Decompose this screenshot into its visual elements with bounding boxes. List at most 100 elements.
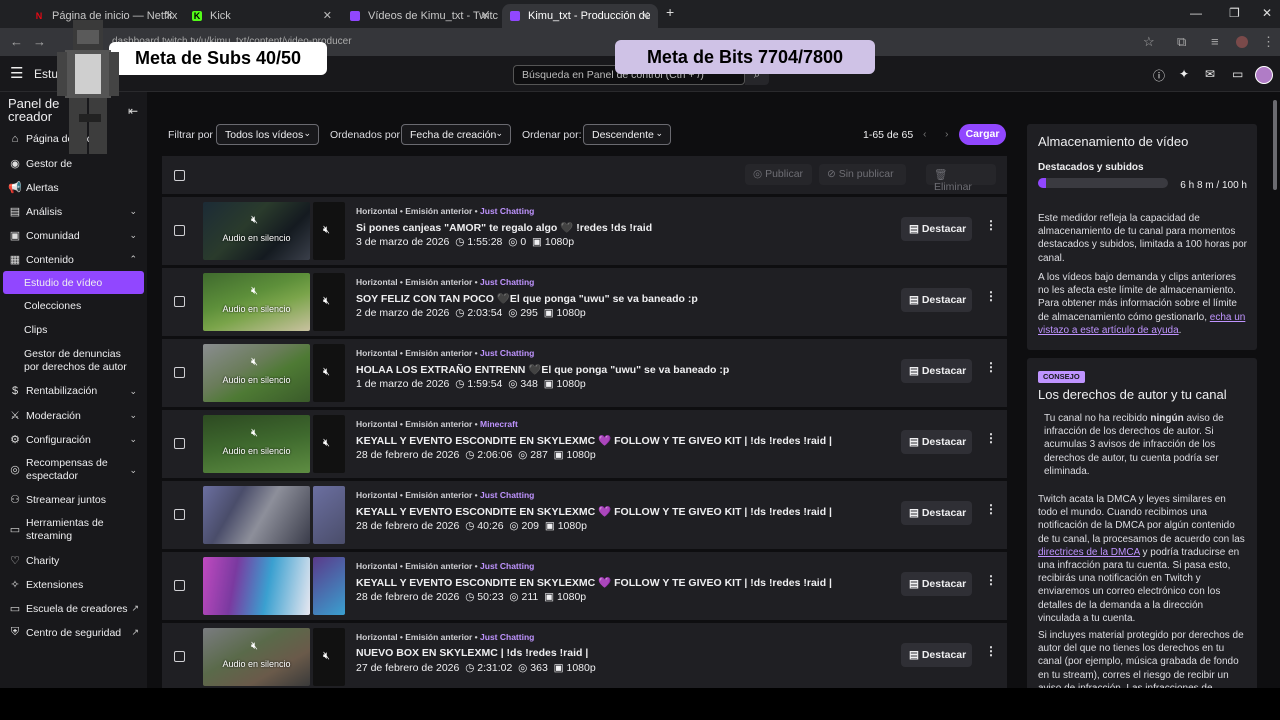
video-thumbnail[interactable]	[203, 557, 310, 615]
video-thumbnail[interactable]: 🔇︎ Audio en silencio	[203, 628, 310, 686]
video-title[interactable]: KEYALL Y EVENTO ESCONDITE EN SKYLEXMC 💜 …	[356, 505, 832, 518]
restore-icon[interactable]: ❐	[1229, 6, 1240, 20]
video-category-link[interactable]: Just Chatting	[480, 490, 534, 500]
bookmark-star-icon[interactable]: ☆	[1143, 34, 1155, 50]
sidebar-item-monetization[interactable]: $ Rentabilización ⌄	[0, 385, 147, 397]
video-thumbnail[interactable]	[203, 486, 310, 544]
more-options-icon[interactable]: ⋮	[985, 502, 997, 516]
video-thumbnail[interactable]: 🔇︎ Audio en silencio	[203, 202, 310, 260]
highlight-button[interactable]: ▤ Destacar	[901, 359, 972, 383]
browser-tab-twitch-videos[interactable]: Vídeos de Kimu_txt - Twitch ✕	[342, 4, 498, 28]
sidebar-item-video-studio[interactable]: Estudio de vídeo	[24, 277, 102, 290]
unpublish-button[interactable]: ⊘ Sin publicar	[819, 164, 906, 185]
sidebar-item-clips[interactable]: Clips	[24, 324, 47, 337]
more-options-icon[interactable]: ⋮	[985, 431, 997, 445]
avatar[interactable]	[1255, 66, 1273, 84]
browser-tab-twitch-producer[interactable]: Kimu_txt - Producción de vídeo ✕	[502, 4, 658, 28]
publish-button[interactable]: ◎ Publicar	[745, 164, 812, 185]
delete-button[interactable]: 🗑 Eliminar	[926, 164, 996, 193]
page-scrollbar[interactable]	[1270, 92, 1280, 688]
inbox-icon[interactable]: ✉	[1205, 67, 1215, 81]
highlight-button[interactable]: ▤ Destacar	[901, 217, 972, 241]
browser-tab-kick[interactable]: K Kick ✕	[184, 4, 340, 28]
row-checkbox[interactable]	[174, 296, 185, 307]
table-row[interactable]: 🔇︎ Audio en silencio 🔇︎ Horizontal • Emis…	[162, 339, 1007, 407]
highlight-button[interactable]: ▤ Destacar	[901, 430, 972, 454]
sidebar-item-settings[interactable]: ⚙ Configuración ⌄	[0, 433, 147, 447]
row-checkbox[interactable]	[174, 367, 185, 378]
profile-avatar[interactable]	[1236, 36, 1248, 48]
highlight-button[interactable]: ▤ Destacar	[901, 643, 972, 667]
video-category-link[interactable]: Just Chatting	[480, 277, 534, 287]
sparkle-icon[interactable]: ✦	[1179, 67, 1189, 81]
forward-icon[interactable]: →	[33, 34, 46, 49]
whispers-icon[interactable]: ▭	[1232, 67, 1243, 81]
video-title[interactable]: NUEVO BOX EN SKYLEXMC | !ds !redes !raid…	[356, 647, 588, 659]
media-icon[interactable]: ≡	[1211, 34, 1219, 49]
video-category-link[interactable]: Just Chatting	[480, 206, 534, 216]
highlight-button[interactable]: ▤ Destacar	[901, 501, 972, 525]
table-row[interactable]: Horizontal • Emisión anterior • Just Cha…	[162, 481, 1007, 549]
sidebar-item-extensions[interactable]: ✧ Extensiones	[0, 578, 147, 592]
help-icon[interactable]: ⓘ	[1153, 67, 1165, 84]
browser-menu-icon[interactable]: ⋮	[1262, 34, 1275, 50]
sidebar-item-stream-together[interactable]: ⚇ Streamear juntos	[0, 493, 147, 507]
close-icon[interactable]: ✕	[323, 9, 332, 22]
video-category-link[interactable]: Just Chatting	[480, 348, 534, 358]
row-checkbox[interactable]	[174, 651, 185, 662]
upload-button[interactable]: Cargar	[959, 124, 1006, 145]
video-title[interactable]: KEYALL Y EVENTO ESCONDITE EN SKYLEXMC 💜 …	[356, 576, 832, 589]
scrollbar-thumb[interactable]	[1273, 100, 1277, 190]
sort-dropdown[interactable]: Fecha de creación ⌄	[401, 124, 511, 145]
video-title[interactable]: Si pones canjeas "AMOR" te regalo algo 🖤…	[356, 221, 652, 234]
table-row[interactable]: Horizontal • Emisión anterior • Just Cha…	[162, 552, 1007, 620]
close-icon[interactable]: ✕	[481, 9, 490, 22]
minimize-icon[interactable]: —	[1190, 6, 1202, 20]
sidebar-item-streaming-tools[interactable]: ▭ Herramientas de streaming	[0, 517, 147, 543]
table-row[interactable]: 🔇︎ Audio en silencio 🔇︎ Horizontal • Emis…	[162, 410, 1007, 478]
highlight-button[interactable]: ▤ Destacar	[901, 288, 972, 312]
video-title[interactable]: SOY FELIZ CON TAN POCO 🖤El que ponga "uw…	[356, 292, 698, 305]
more-options-icon[interactable]: ⋮	[985, 218, 997, 232]
sidebar-item-safety-center[interactable]: ⛨ Centro de seguridad ↗	[0, 626, 147, 639]
more-options-icon[interactable]: ⋮	[985, 573, 997, 587]
video-category-link[interactable]: Minecraft	[480, 419, 518, 429]
sidebar-item-charity[interactable]: ♡ Charity	[0, 554, 147, 568]
sidebar-item-creator-school[interactable]: ▭ Escuela de creadores ↗	[0, 602, 147, 616]
sidebar-item-content[interactable]: ▦ Contenido ⌃	[0, 253, 147, 267]
collapse-sidebar-icon[interactable]: ⇤	[128, 104, 138, 118]
close-icon[interactable]: ✕	[641, 9, 650, 22]
row-checkbox[interactable]	[174, 438, 185, 449]
table-row[interactable]: 🔇︎ Audio en silencio 🔇︎ Horizontal • Emis…	[162, 197, 1007, 265]
video-title[interactable]: HOLAA LOS EXTRAÑO ENTRENN 🖤El que ponga …	[356, 363, 729, 376]
sidebar-item-copyright-manager[interactable]: Gestor de denuncias por derechos de auto…	[24, 348, 134, 374]
sidebar-item-community[interactable]: ▣ Comunidad ⌄	[0, 229, 147, 243]
row-checkbox[interactable]	[174, 225, 185, 236]
video-category-link[interactable]: Just Chatting	[480, 561, 534, 571]
window-close-icon[interactable]: ✕	[1262, 6, 1272, 20]
sidebar-item-alerts[interactable]: 📢 Alertas	[0, 181, 147, 195]
highlight-button[interactable]: ▤ Destacar	[901, 572, 972, 596]
close-icon[interactable]: ✕	[165, 9, 174, 22]
filter-dropdown[interactable]: Todos los vídeos ⌄	[216, 124, 319, 145]
sidebar-item-moderation[interactable]: ⚔ Moderación ⌄	[0, 409, 147, 423]
table-row[interactable]: 🔇︎ Audio en silencio 🔇︎ Horizontal • Emis…	[162, 268, 1007, 336]
sidebar-item-viewer-rewards[interactable]: ◎ Recompensas de espectador ⌄	[0, 457, 147, 483]
select-all-checkbox[interactable]	[174, 170, 185, 181]
more-options-icon[interactable]: ⋮	[985, 289, 997, 303]
video-title[interactable]: KEYALL Y EVENTO ESCONDITE EN SKYLEXMC 💜 …	[356, 434, 832, 447]
video-thumbnail[interactable]: 🔇︎ Audio en silencio	[203, 273, 310, 331]
row-checkbox[interactable]	[174, 580, 185, 591]
row-checkbox[interactable]	[174, 509, 185, 520]
video-thumbnail[interactable]: 🔇︎ Audio en silencio	[203, 415, 310, 473]
back-icon[interactable]: ←	[10, 34, 23, 49]
table-row[interactable]: 🔇︎ Audio en silencio 🔇︎ Horizontal • Emis…	[162, 623, 1007, 688]
hamburger-menu-icon[interactable]: ☰	[10, 64, 23, 82]
next-page-icon[interactable]: ›	[945, 128, 949, 140]
extensions-icon[interactable]: ⧉	[1177, 34, 1186, 50]
dmca-guidelines-link[interactable]: directrices de la DMCA	[1038, 547, 1140, 558]
sidebar-item-analytics[interactable]: ▤ Análisis ⌄	[0, 205, 147, 219]
order-dropdown[interactable]: Descendente ⌄	[583, 124, 671, 145]
more-options-icon[interactable]: ⋮	[985, 644, 997, 658]
prev-page-icon[interactable]: ‹	[923, 128, 927, 140]
